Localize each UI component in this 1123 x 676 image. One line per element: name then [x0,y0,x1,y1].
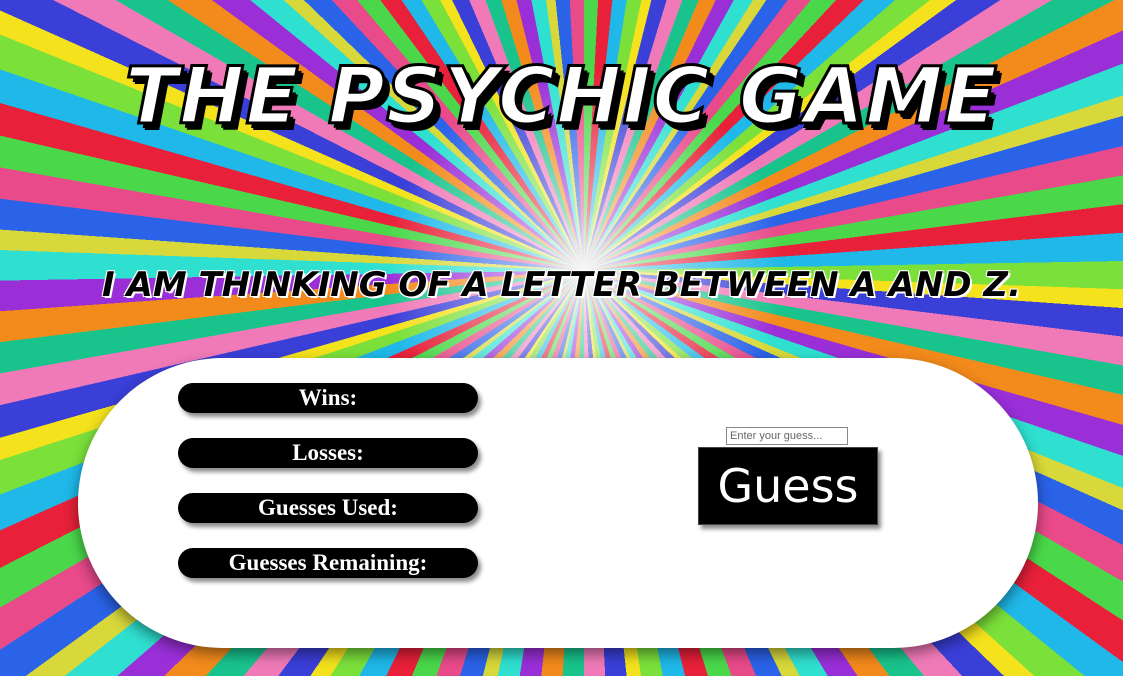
losses-stat: Losses: [178,438,478,468]
guess-input[interactable] [726,427,848,445]
guesses-remaining-stat: Guesses Remaining: [178,548,478,578]
page-subtitle: I AM THINKING OF A LETTER BETWEEN A AND … [102,265,1021,305]
guesses-used-stat: Guesses Used: [178,493,478,523]
guess-button[interactable]: Guess [698,447,878,525]
wins-stat: Wins: [178,383,478,413]
game-panel: Wins: Losses: Guesses Used: Guesses Rema… [78,358,1038,648]
page-title: THE PSYCHIC GAME [123,51,999,144]
